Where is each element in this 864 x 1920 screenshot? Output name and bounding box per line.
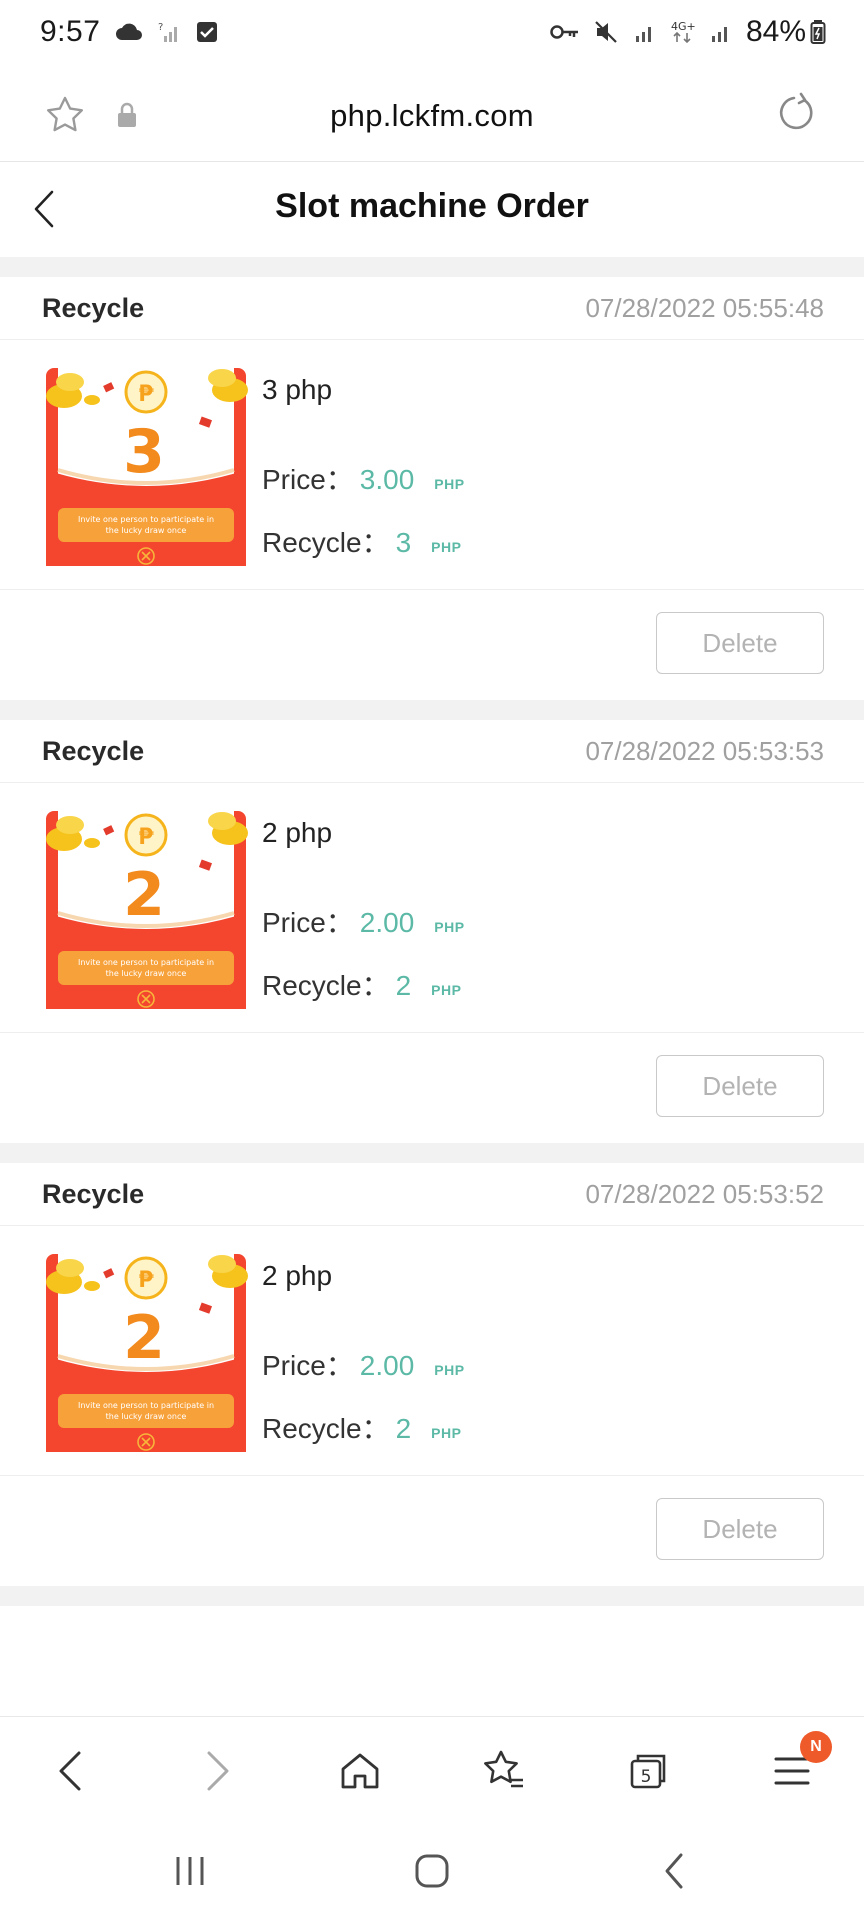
price-label: Price：	[262, 1350, 354, 1381]
price-row: Price： 2.00 PHP	[262, 901, 465, 941]
order-body: ₱ 2 Invite one person to participate in …	[0, 783, 864, 1033]
home-icon[interactable]	[330, 1741, 390, 1801]
currency-label: PHP	[434, 1362, 465, 1378]
svg-text:Invite one person to participa: Invite one person to participate in	[78, 1401, 214, 1410]
section-divider	[0, 700, 864, 720]
svg-text:₱: ₱	[138, 825, 154, 850]
order-card: Recycle 07/28/2022 05:53:52 ₱ 2 Invite o…	[0, 1163, 864, 1586]
network-type-icon: 4G+	[670, 19, 696, 45]
recent-apps-icon[interactable]	[160, 1846, 220, 1896]
svg-text:Invite one person to participa: Invite one person to participate in	[78, 958, 214, 967]
svg-text:₱: ₱	[138, 1268, 154, 1293]
svg-text:the lucky draw once: the lucky draw once	[106, 969, 187, 978]
svg-text:Invite one person to participa: Invite one person to participate in	[78, 515, 214, 524]
recycle-value: 2	[395, 970, 412, 1001]
order-timestamp: 07/28/2022 05:53:52	[585, 1179, 824, 1209]
back-nav-icon[interactable]	[644, 1846, 704, 1896]
menu-icon[interactable]: N	[762, 1731, 832, 1801]
order-status: Recycle	[42, 293, 145, 323]
status-time: 9:57	[40, 15, 101, 48]
recycle-value: 3	[395, 527, 412, 558]
url-text[interactable]: php.lckfm.com	[0, 98, 864, 134]
thumb-number: 2	[123, 1303, 165, 1373]
vpn-key-icon	[550, 23, 580, 41]
browser-forward-icon[interactable]	[188, 1741, 248, 1801]
cloud-icon	[114, 22, 144, 42]
price-row: Price： 2.00 PHP	[262, 1344, 465, 1384]
section-divider	[0, 1586, 864, 1606]
svg-text:the lucky draw once: the lucky draw once	[106, 1412, 187, 1421]
signal-icon	[634, 21, 656, 43]
recycle-row: Recycle： 3 PHP	[262, 521, 461, 561]
recycle-row: Recycle： 2 PHP	[262, 1407, 461, 1447]
order-status: Recycle	[42, 736, 145, 766]
order-timestamp: 07/28/2022 05:53:53	[585, 736, 824, 766]
browser-address-bar: php.lckfm.com	[0, 72, 864, 162]
price-value: 2.00	[359, 1350, 415, 1381]
tabs-count: 5	[641, 1767, 652, 1787]
currency-label: PHP	[431, 1425, 462, 1441]
order-footer: Delete	[0, 590, 864, 700]
order-body: ₱ 2 Invite one person to participate in …	[0, 1226, 864, 1476]
delete-button[interactable]: Delete	[656, 1055, 824, 1117]
recycle-label: Recycle：	[262, 1413, 390, 1444]
reload-icon[interactable]	[774, 92, 818, 141]
page-header: Slot machine Order	[0, 163, 864, 257]
recycle-label: Recycle：	[262, 970, 390, 1001]
price-value: 3.00	[359, 464, 415, 495]
currency-label: PHP	[434, 919, 465, 935]
order-footer: Delete	[0, 1033, 864, 1143]
svg-text:₱: ₱	[138, 382, 154, 407]
price-label: Price：	[262, 464, 354, 495]
product-thumbnail[interactable]: ₱ 2 Invite one person to participate in …	[40, 803, 252, 1015]
recycle-label: Recycle：	[262, 527, 390, 558]
svg-text:?: ?	[158, 22, 163, 33]
system-nav-bar	[0, 1822, 864, 1920]
order-header: Recycle 07/28/2022 05:55:48	[0, 277, 864, 340]
thumb-number: 3	[123, 417, 165, 487]
price-value: 2.00	[359, 907, 415, 938]
checkbox-icon	[196, 21, 218, 43]
currency-label: PHP	[431, 539, 462, 555]
tabs-icon[interactable]: 5	[618, 1741, 678, 1801]
browser-toolbar: 5 N	[0, 1716, 864, 1822]
section-divider	[0, 1143, 864, 1163]
section-divider	[0, 257, 864, 277]
currency-label: PHP	[434, 476, 465, 492]
bookmarks-icon[interactable]	[474, 1741, 534, 1801]
recycle-row: Recycle： 2 PHP	[262, 964, 461, 1004]
svg-text:the lucky draw once: the lucky draw once	[106, 526, 187, 535]
order-status: Recycle	[42, 1179, 145, 1209]
mute-icon	[594, 19, 620, 45]
product-name: 2 php	[262, 817, 333, 848]
home-nav-icon[interactable]	[402, 1846, 462, 1896]
delete-button[interactable]: Delete	[656, 1498, 824, 1560]
browser-back-icon[interactable]	[40, 1741, 100, 1801]
signal-icon-2	[710, 21, 732, 43]
product-thumbnail[interactable]: ₱ 3 Invite one person to participate in …	[40, 360, 252, 572]
product-name: 2 php	[262, 1260, 333, 1291]
order-card: Recycle 07/28/2022 05:53:53 ₱ 2 Invite o…	[0, 720, 864, 1143]
currency-label: PHP	[431, 982, 462, 998]
battery-percent: 84%	[745, 15, 806, 48]
price-label: Price：	[262, 907, 354, 938]
product-name: 3 php	[262, 374, 333, 405]
battery-icon	[810, 19, 826, 45]
page-title: Slot machine Order	[275, 187, 589, 225]
thumb-number: 2	[123, 860, 165, 930]
price-row: Price： 3.00 PHP	[262, 458, 465, 498]
order-card: Recycle 07/28/2022 05:55:48 ₱ 3 Invite o…	[0, 277, 864, 700]
no-signal-icon: ?	[158, 20, 182, 44]
notification-badge: N	[800, 1731, 832, 1763]
order-footer: Delete	[0, 1476, 864, 1586]
order-timestamp: 07/28/2022 05:55:48	[585, 293, 824, 323]
recycle-value: 2	[395, 1413, 412, 1444]
product-thumbnail[interactable]: ₱ 2 Invite one person to participate in …	[40, 1246, 252, 1458]
delete-button[interactable]: Delete	[656, 612, 824, 674]
status-bar: 9:57 ? 4G+ 84%	[0, 0, 864, 64]
order-body: ₱ 3 Invite one person to participate in …	[0, 340, 864, 590]
order-header: Recycle 07/28/2022 05:53:53	[0, 720, 864, 783]
order-header: Recycle 07/28/2022 05:53:52	[0, 1163, 864, 1226]
network-label: 4G+	[671, 20, 696, 33]
